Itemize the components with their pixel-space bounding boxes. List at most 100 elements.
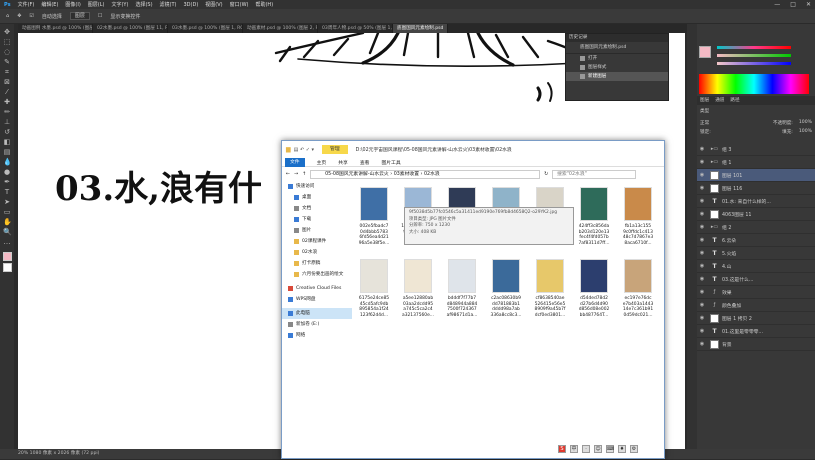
nav-item[interactable]: 快速访问 [282,181,352,192]
visibility-eye-icon[interactable]: ◉ [697,276,707,282]
search-box[interactable]: 搜索"02水浪" [552,169,637,179]
file-item[interactable]: c2ac08630b9 dd781883b1 dddd98a7ab 336a8c… [486,259,526,318]
document-tab[interactable]: 03水墨.psd @ 100% (图层 1, RGB/8) [168,24,243,33]
zoom-tool-icon[interactable]: 🔍 [3,228,12,236]
back-icon[interactable]: ← [286,172,290,177]
ribbon-tab[interactable]: 主页 [317,159,327,166]
menu-item[interactable]: 3D(D) [184,2,199,8]
language-icon[interactable]: 中 [570,445,578,453]
input-method-icon[interactable]: S [558,445,566,453]
nav-item[interactable]: Creative Cloud Files [282,283,352,294]
layers-tab[interactable]: 路径 [730,96,739,105]
menu-item[interactable]: 文件(F) [18,1,35,8]
visibility-eye-icon[interactable]: ◉ [697,250,707,256]
visibility-eye-icon[interactable]: ◉ [697,237,707,243]
file-item[interactable]: d54ded78d2 d27b6d4d90 d856d08e002 bb4877… [574,259,614,318]
visibility-eye-icon[interactable]: ◉ [697,289,707,295]
layer-row[interactable]: ◉ ▸▭ 组 2 [697,221,815,234]
layer-row[interactable]: ◉ T 5.火焰 [697,247,815,260]
layer-row[interactable]: ◉ T 03.这是什么... [697,273,815,286]
healing-brush-icon[interactable]: ✚ [3,98,11,106]
file-item[interactable]: fb1a13c155 9c0ffdc1c413 48c7d7867e3 8aca… [618,187,658,246]
visibility-eye-icon[interactable]: ◉ [697,146,707,152]
refresh-icon[interactable]: ↻ [544,172,548,177]
menu-item[interactable]: 选择(S) [135,1,152,8]
nav-item[interactable]: 02课程课件 [282,236,352,247]
document-tab[interactable]: 02水墨.psd @ 100% (图层 11, RGB/8) [93,24,168,33]
emoji-icon[interactable]: ☺ [594,445,602,453]
quick-access-toolbar-icon[interactable]: ▤ ↶ ✓ ▾ [294,147,314,153]
visibility-eye-icon[interactable]: ◉ [697,172,707,178]
manage-tab[interactable]: 管理 [322,145,348,154]
nav-item[interactable]: 此电脑 [282,308,352,319]
move-tool-icon[interactable]: ✥ [3,28,11,36]
pen-tool-icon[interactable]: ✒ [3,178,11,186]
menu-item[interactable]: 图层(L) [88,1,105,8]
visibility-eye-icon[interactable]: ◉ [697,328,707,334]
dodge-tool-icon[interactable]: ● [3,168,11,176]
breadcrumb-item[interactable]: 02水浪 [424,172,440,177]
nav-item[interactable]: 文档 [282,203,352,214]
visibility-eye-icon[interactable]: ◉ [697,341,707,347]
breadcrumb-item[interactable]: 03素材收置 [394,172,419,177]
marquee-tool-icon[interactable]: ⬚ [3,38,11,46]
eraser-tool-icon[interactable]: ◧ [3,138,11,146]
history-state[interactable]: 打开 [566,54,668,63]
visibility-eye-icon[interactable]: ◉ [697,198,707,204]
ribbon-tab[interactable]: 共享 [338,159,348,166]
background-color-swatch[interactable] [2,263,12,272]
nav-item[interactable]: 桌面 [282,192,352,203]
layer-filter[interactable]: 类型 [700,108,709,114]
nav-item[interactable]: WPS网盘 [282,294,352,305]
visibility-eye-icon[interactable]: ◉ [697,159,707,165]
maximize-icon[interactable]: □ [790,1,796,8]
menu-item[interactable]: 窗口(W) [230,1,249,8]
eyedropper-tool-icon[interactable]: ⁄ [3,88,11,96]
ribbon-tab[interactable]: 图片工具 [381,159,400,166]
history-state[interactable]: 新建图层 [566,72,668,81]
menu-item[interactable]: 文字(Y) [111,1,128,8]
layer-row[interactable]: ◉ 背景 [697,338,815,351]
skin-icon[interactable]: ♦ [618,445,626,453]
layer-row[interactable]: ◉ ƒ 效果 [697,286,815,299]
history-state[interactable]: 图层样式 [566,63,668,72]
up-icon[interactable]: ↑ [302,172,306,177]
layers-tab[interactable]: 通道 [715,96,724,105]
history-brush-icon[interactable]: ↺ [3,128,11,136]
layer-row[interactable]: ◉ ▸▭ 组 3 [697,143,815,156]
nav-item[interactable]: 下载 [282,214,352,225]
file-item[interactable]: 002e5fbadc7 0d4bbb5783 6fd56ea4d21 96a5e… [354,187,394,246]
foreground-color-swatch[interactable] [2,252,12,261]
layer-row[interactable]: ◉ T 01.水: 来自什么样的... [697,195,815,208]
nav-item[interactable]: 02水浪 [282,247,352,258]
file-item[interactable]: 424ff3c856da b203d120e13 fec4f4fd057b 7a… [574,187,614,246]
file-item[interactable]: cf8638540ae 526415e56e5 8909f9a45b7f dcf… [530,259,570,318]
move-tool-icon[interactable]: ✥ [17,13,21,19]
nav-item[interactable]: 图片 [282,225,352,236]
ribbon-tab[interactable]: 查看 [360,159,370,166]
show-transform-checkbox[interactable]: ☐ [98,13,102,19]
visibility-eye-icon[interactable]: ◉ [697,315,707,321]
nav-item[interactable]: 六月份要出画的绘文 [282,269,352,280]
type-tool-icon[interactable]: T [3,188,11,196]
visibility-eye-icon[interactable]: ◉ [697,302,707,308]
gradient-tool-icon[interactable]: ▤ [3,148,11,156]
menu-item[interactable]: 编辑(E) [41,1,58,8]
file-item[interactable]: bdddf7f77b7 d848944a884 7500f724367 af98… [442,259,482,318]
color-spectrum[interactable] [699,74,809,94]
lasso-tool-icon[interactable]: ◌ [3,48,11,56]
opacity-input[interactable]: 100% [799,120,812,126]
history-snapshot[interactable]: 底图国风元素绘制.psd [566,42,668,54]
auto-select-checkbox[interactable]: ☑ [29,13,33,19]
breadcrumb-item[interactable]: 05-08国风元素讲解-山水云火 [325,172,389,177]
file-item[interactable]: 6175e24ce85 45cd5afc9db 895854a1f24 123f… [354,259,394,318]
layer-row[interactable]: ◉ 4063图层 11 [697,208,815,221]
nav-item[interactable]: 打卡原稿 [282,258,352,269]
ribbon-tab[interactable]: 文件 [285,157,305,167]
visibility-eye-icon[interactable]: ◉ [697,224,707,230]
crop-tool-icon[interactable]: ⌗ [3,68,11,76]
target-select[interactable]: 图层 [69,12,90,20]
menu-item[interactable]: 滤镜(T) [160,1,177,8]
more-tools-icon[interactable]: … [3,238,11,246]
forward-icon[interactable]: → [294,172,298,177]
